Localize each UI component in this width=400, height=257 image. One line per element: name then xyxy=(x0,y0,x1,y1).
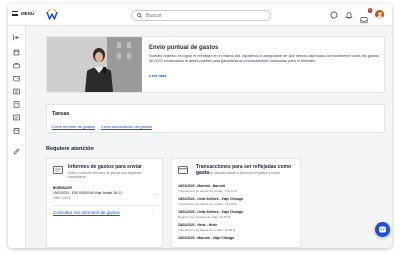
briefcase-icon[interactable] xyxy=(13,62,20,69)
hamburger-icon xyxy=(12,11,18,16)
wallet-icon[interactable] xyxy=(13,75,20,82)
announcement-card: Envío puntual de gastos Nuestro objetivo… xyxy=(46,36,385,93)
transaction-item[interactable]: 18/01/2023 - Unite Airlines - Viaje Chic… xyxy=(178,210,296,219)
menu-button[interactable]: MENÚ xyxy=(12,11,34,16)
avatar[interactable] xyxy=(375,10,384,19)
transaction-title: 18/01/2023 - Marriott - Marriott xyxy=(178,184,225,188)
section-title: Requiere atención xyxy=(46,146,94,152)
create-expense-authorization-link[interactable]: Crear autorización de gastos xyxy=(101,124,152,129)
main-content: Envío puntual de gastos Nuestro objetivo… xyxy=(26,26,392,248)
inbox-button[interactable]: 1 xyxy=(360,7,372,23)
search-bar[interactable] xyxy=(131,10,271,21)
transaction-item[interactable]: 18/01/2023 - Hertz - Hertz Transacción d… xyxy=(178,223,296,232)
search-icon xyxy=(137,13,142,18)
card-title: Informes de gastos para enviar xyxy=(68,164,142,170)
read-more-link[interactable]: Leer más xyxy=(149,73,167,78)
more-options-icon[interactable]: ⋮ xyxy=(151,209,156,215)
transaction-desc: Transacción de tarjeta de crédito: 10,68… xyxy=(178,228,235,232)
sidebar xyxy=(8,26,26,248)
inbox-icon xyxy=(360,16,368,23)
transaction-desc: Registro de recursos de viaje: 13,87 $ xyxy=(178,215,231,219)
tasks-links: Crear informe de gastos Crear autorizaci… xyxy=(52,124,152,129)
transaction-desc: Transacción de tarjeta de crédito: 375,2… xyxy=(178,189,237,193)
top-icons: 1 xyxy=(330,7,384,23)
assistant-button[interactable] xyxy=(375,222,390,237)
report-total: Total: 0,00 $ xyxy=(53,196,71,200)
transaction-title: 18/01/2023 - Unite Airlines - Viaje Chic… xyxy=(178,197,244,201)
link-icon[interactable] xyxy=(13,148,20,155)
draft-report-item[interactable]: BORRADOR 15/03/2023 - EXP-00000046 Viaje… xyxy=(53,186,158,200)
document-icon[interactable] xyxy=(13,101,20,108)
workday-logo[interactable] xyxy=(46,9,58,21)
transaction-desc: Transacción de tarjeta de crédito: 143,2… xyxy=(178,202,237,206)
calendar-icon[interactable] xyxy=(13,127,20,134)
report-name[interactable]: 15/03/2023 - EXP-00000046 Viaje Seattle … xyxy=(53,191,158,195)
tasks-icon[interactable] xyxy=(13,114,20,121)
credit-card-icon xyxy=(178,166,188,174)
bell-icon[interactable] xyxy=(345,11,353,19)
transaction-title: 18/01/2023 - Hertz - Hertz xyxy=(178,223,217,227)
announcement-title: Envío puntual de gastos xyxy=(149,45,219,51)
card-subtitle: Edite o consulte informes de gastos que … xyxy=(68,171,142,179)
menu-label: MENÚ xyxy=(21,11,35,16)
announcement-text: Nuestro objetivo es lograr el reintegro … xyxy=(149,54,379,63)
top-bar: MENÚ Buscar 1 xyxy=(8,4,392,26)
app-window: MENÚ Buscar 1 Envío puntual de gastos Nu… xyxy=(8,4,392,248)
more-options-icon[interactable]: ⋯ xyxy=(153,192,158,198)
view-my-reports-link[interactable]: Consultar mis informes de gastos xyxy=(53,210,120,215)
transaction-item[interactable]: 18/01/2023 - Marriott - Marriott Transac… xyxy=(178,184,296,193)
transaction-title: 18/01/2023 - Unite Airlines - Viaje Chic… xyxy=(178,210,244,214)
chat-icon[interactable] xyxy=(330,11,338,19)
tasks-card: Tareas Crear informe de gastos Crear aut… xyxy=(46,104,385,133)
person-with-phone-photo xyxy=(47,37,142,92)
create-expense-report-link[interactable]: Crear informe de gastos xyxy=(52,124,95,129)
receipt-icon xyxy=(53,166,63,174)
divider xyxy=(53,205,158,206)
notification-badge: 1 xyxy=(367,7,372,13)
transaction-item[interactable]: 18/01/2023 - Marriott - Viaje Chicago xyxy=(178,236,296,241)
tasks-title: Tareas xyxy=(52,111,70,117)
assistant-icon xyxy=(379,226,386,233)
transaction-item[interactable]: 18/01/2023 - Unite Airlines - Viaje Chic… xyxy=(178,197,296,206)
hero-image xyxy=(47,37,142,92)
reports-to-submit-card: Informes de gastos para enviar Edite o c… xyxy=(46,158,163,248)
home-icon[interactable] xyxy=(13,49,20,56)
transaction-title: 18/01/2023 - Marriott - Viaje Chicago xyxy=(178,236,235,240)
search-input[interactable] xyxy=(146,12,256,19)
transactions-card: Transacciones para ser reflejadas como g… xyxy=(171,158,301,248)
receipt-icon[interactable] xyxy=(13,88,20,95)
card-subtitle: Gastos que necesita añadir a informes de… xyxy=(196,171,281,175)
collapse-icon[interactable] xyxy=(13,34,20,41)
status-label: BORRADOR xyxy=(53,186,72,190)
